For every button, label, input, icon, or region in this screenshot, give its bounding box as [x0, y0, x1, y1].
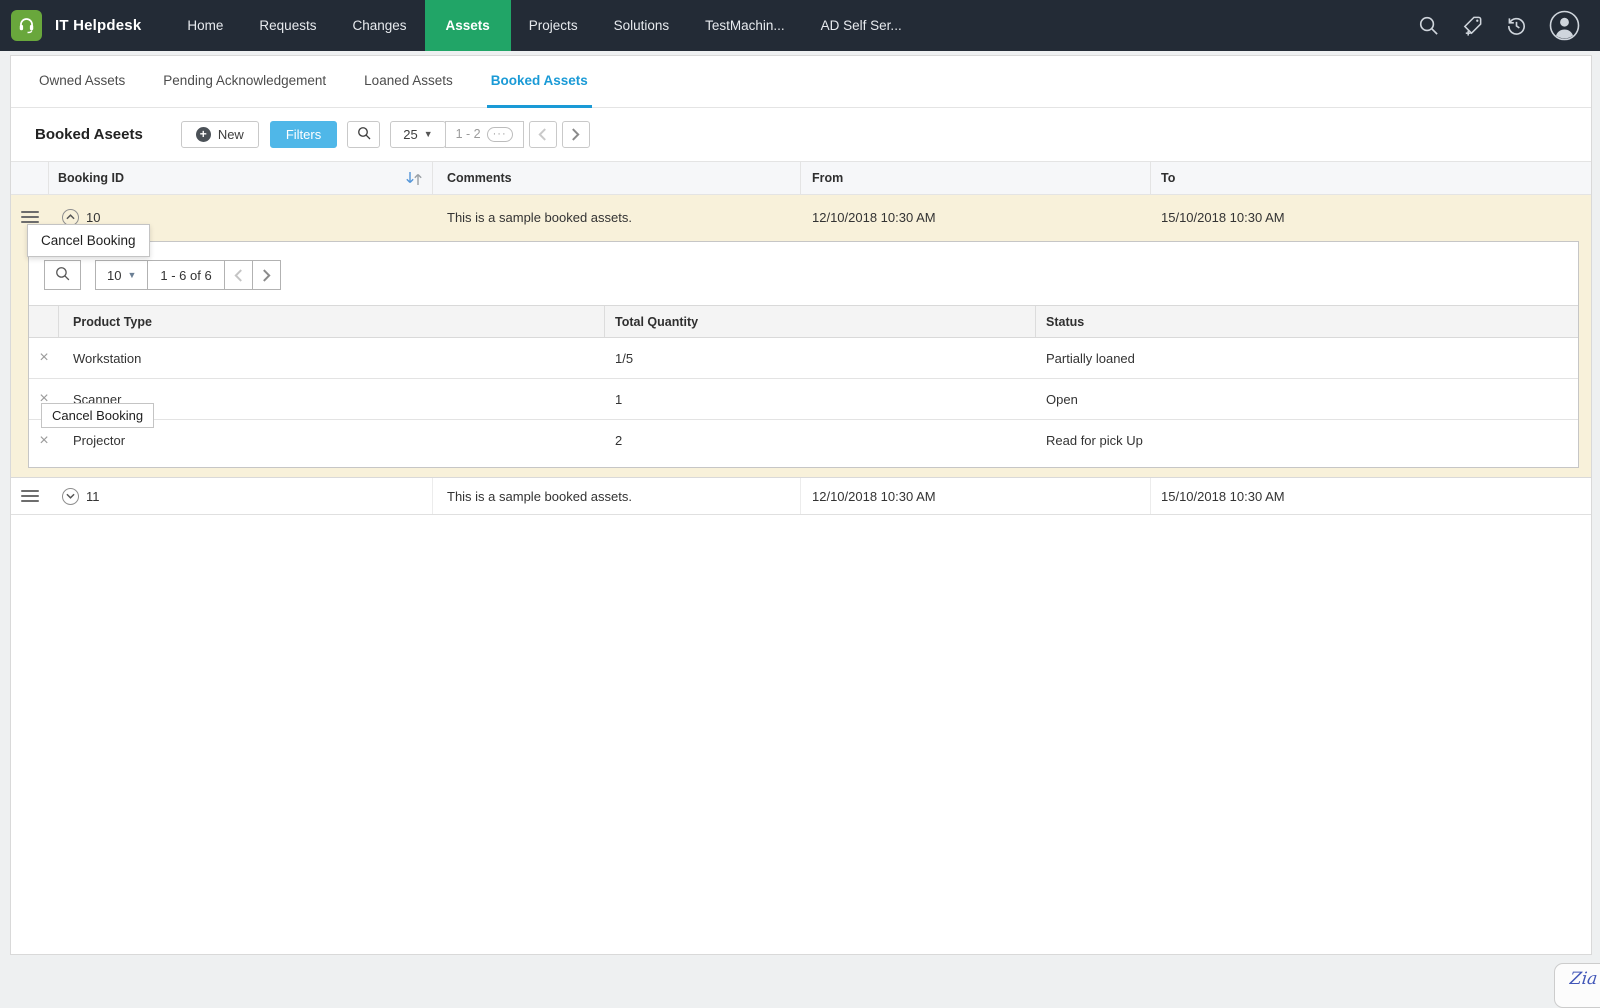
product-type-value: Projector: [73, 433, 126, 448]
plus-circle-icon: +: [195, 126, 211, 142]
magnifier-icon: [356, 125, 372, 144]
zia-logo: Zia: [1569, 969, 1599, 989]
status-value: Open: [1046, 391, 1078, 407]
filters-button[interactable]: Filters: [269, 120, 338, 148]
inner-page-size-value: 10: [107, 267, 122, 283]
app-logo[interactable]: [11, 10, 42, 41]
nav-right-icons: [1417, 10, 1600, 41]
top-navigation-bar: IT Helpdesk Home Requests Changes Assets…: [0, 0, 1600, 51]
column-comments: Comments: [447, 171, 512, 185]
sort-icon[interactable]: [403, 171, 425, 186]
cancel-booking-menu-item[interactable]: Cancel Booking: [27, 224, 150, 257]
next-page-button[interactable]: [561, 120, 590, 148]
table-row-scanner[interactable]: × Scanner 1 Open: [29, 379, 1578, 420]
product-type-value: Workstation: [73, 350, 142, 366]
asset-tabs: Owned Assets Pending Acknowledgement Loa…: [11, 56, 1591, 108]
expand-row-icon[interactable]: [62, 487, 79, 505]
column-total-quantity: Total Quantity: [615, 314, 699, 329]
inner-next-page-button[interactable]: [251, 260, 281, 290]
bookings-table-header: Booking ID Comments From To: [11, 161, 1591, 195]
booked-items-table-header: Product Type Total Quantity Status: [29, 305, 1578, 338]
page-range-value: 1 - 2: [455, 127, 481, 141]
page-size-select[interactable]: 25 ▼: [390, 120, 446, 148]
booking-row-10-expanded-block: 10 This is a sample booked assets. 12/10…: [11, 195, 1591, 478]
table-row-projector[interactable]: × Projector 2 Read for pick Up: [29, 420, 1578, 461]
user-avatar-icon[interactable]: [1549, 10, 1580, 41]
table-row-workstation[interactable]: × Workstation 1/5 Partially loaned: [29, 338, 1578, 379]
nav-item-testmachine[interactable]: TestMachin...: [687, 0, 803, 51]
nav-item-home[interactable]: Home: [169, 0, 241, 51]
total-quantity-value: 1: [615, 391, 623, 407]
zia-assistant-button[interactable]: Zia: [1554, 963, 1600, 1008]
from-value: 12/10/2018 10:30 AM: [812, 209, 936, 225]
total-quantity-value: 2: [615, 433, 623, 448]
header-blank-cell: [29, 306, 59, 337]
page-range: 1 - 2 ···: [444, 120, 524, 148]
search-icon[interactable]: [1417, 14, 1440, 37]
column-to: To: [1161, 171, 1176, 185]
booked-items-panel: 10 ▼ 1 - 6 of 6 Product Type Total Quant…: [28, 241, 1579, 468]
main-menu: Home Requests Changes Assets Projects So…: [169, 0, 919, 51]
column-status: Status: [1046, 314, 1085, 329]
nav-item-changes[interactable]: Changes: [334, 0, 424, 51]
inner-page-size-select[interactable]: 10 ▼: [95, 260, 149, 290]
new-button-label: New: [217, 126, 244, 142]
remove-item-icon[interactable]: ×: [39, 350, 48, 366]
nav-item-projects[interactable]: Projects: [511, 0, 596, 51]
tab-owned-assets[interactable]: Owned Assets: [35, 56, 129, 108]
inner-previous-page-button[interactable]: [223, 260, 253, 290]
page-options-ellipsis[interactable]: ···: [486, 126, 513, 142]
pagination-group: 25 ▼ 1 - 2 ···: [390, 120, 524, 148]
nav-item-assets[interactable]: Assets: [424, 0, 511, 51]
inner-search-button[interactable]: [44, 260, 81, 290]
nav-item-requests[interactable]: Requests: [241, 0, 334, 51]
status-value: Read for pick Up: [1046, 433, 1143, 448]
tab-pending-acknowledgement[interactable]: Pending Acknowledgement: [159, 56, 330, 108]
status-value: Partially loaned: [1046, 350, 1135, 366]
history-icon[interactable]: [1505, 14, 1528, 37]
to-value: 15/10/2018 10:30 AM: [1161, 209, 1285, 225]
collapse-row-icon[interactable]: [62, 208, 79, 226]
inner-pagination-group: 10 ▼ 1 - 6 of 6: [95, 260, 281, 290]
content-card: Owned Assets Pending Acknowledgement Loa…: [10, 55, 1592, 955]
tab-loaned-assets[interactable]: Loaned Assets: [360, 56, 457, 108]
list-toolbar: Booked Aseets + New Filters 25 ▼ 1 - 2 ·…: [11, 112, 1591, 156]
booking-id-value: 11: [86, 488, 100, 504]
table-row-booking-10[interactable]: 10 This is a sample booked assets. 12/10…: [11, 195, 1591, 239]
quick-add-icon[interactable]: [1461, 14, 1484, 37]
nav-item-solutions[interactable]: Solutions: [596, 0, 688, 51]
chevron-down-icon: ▼: [127, 270, 137, 280]
tab-booked-assets[interactable]: Booked Assets: [486, 56, 592, 108]
cancel-booking-tooltip[interactable]: Cancel Booking: [41, 403, 155, 428]
booked-items-toolbar: 10 ▼ 1 - 6 of 6: [29, 242, 1578, 290]
column-product-type: Product Type: [73, 314, 152, 329]
comments-value: This is a sample booked assets.: [433, 478, 801, 514]
inner-page-range: 1 - 6 of 6: [147, 260, 225, 290]
column-from: From: [812, 171, 844, 185]
comments-value: This is a sample booked assets.: [447, 209, 632, 225]
from-value: 12/10/2018 10:30 AM: [801, 478, 1151, 514]
header-blank-cell: [11, 162, 49, 194]
booking-id-value: 10: [86, 209, 101, 225]
new-button[interactable]: + New: [180, 120, 259, 148]
page-title: Booked Aseets: [35, 125, 143, 143]
nav-item-ad-self-service[interactable]: AD Self Ser...: [803, 0, 920, 51]
magnifier-icon: [54, 265, 71, 285]
page-size-value: 25: [403, 126, 418, 142]
row-actions-menu-icon[interactable]: [21, 487, 39, 505]
column-booking-id: Booking ID: [58, 171, 124, 185]
to-value: 15/10/2018 10:30 AM: [1161, 488, 1285, 504]
headset-icon: [17, 15, 36, 37]
total-quantity-value: 1/5: [615, 350, 634, 366]
table-row-booking-11[interactable]: 11 This is a sample booked assets. 12/10…: [11, 478, 1591, 515]
search-button[interactable]: [347, 120, 381, 148]
chevron-down-icon: ▼: [423, 129, 433, 139]
remove-item-icon[interactable]: ×: [39, 432, 48, 449]
app-title: IT Helpdesk: [55, 17, 142, 34]
previous-page-button[interactable]: [528, 120, 557, 148]
